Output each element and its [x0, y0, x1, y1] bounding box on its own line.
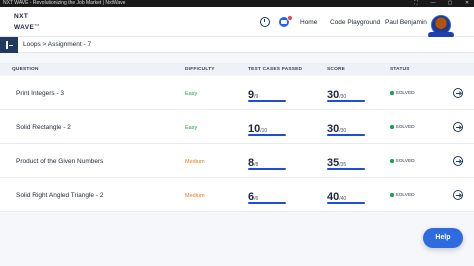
- status-dot: [390, 159, 394, 163]
- notification-badge: [287, 15, 293, 21]
- maximize-icon[interactable]: ▢: [445, 0, 455, 7]
- status-dot: [390, 125, 394, 129]
- table-row[interactable]: Print Integers - 3 Easy 9/9 30/30 SOLVED: [0, 76, 474, 110]
- minimize-icon[interactable]: —: [428, 0, 438, 7]
- column-question: QUESTION: [12, 66, 39, 72]
- timer-icon[interactable]: [260, 17, 270, 27]
- status-dot: [390, 91, 394, 95]
- test-cases-progress-bar: [248, 100, 286, 102]
- score-progress-bar: [327, 168, 365, 170]
- column-test-cases: TEST CASES PASSED: [248, 66, 303, 72]
- arrow-right-icon[interactable]: [453, 156, 463, 166]
- nav-code-playground[interactable]: Code Playground: [330, 19, 380, 26]
- arrow-right-icon[interactable]: [453, 122, 463, 132]
- question-name: Solid Rectangle - 2: [16, 124, 71, 131]
- difficulty-label: Medium: [185, 193, 205, 199]
- table-header: QUESTION DIFFICULTY TEST CASES PASSED SC…: [0, 63, 474, 75]
- logo-line1: NXT: [14, 13, 29, 20]
- score-progress-bar: [327, 202, 365, 204]
- app-header: NXT WAVETM Home Code Playground Paul Ben…: [0, 7, 474, 38]
- question-name: Solid Right Angled Triangle - 2: [16, 192, 104, 199]
- status-badge: SOLVED: [390, 193, 415, 198]
- column-status: STATUS: [390, 66, 410, 72]
- status-badge: SOLVED: [390, 91, 415, 96]
- test-cases-progress-bar: [248, 134, 286, 136]
- status-dot: [390, 193, 394, 197]
- difficulty-label: Medium: [185, 159, 205, 165]
- user-name[interactable]: Paul Benjamin: [385, 19, 427, 26]
- close-icon[interactable]: ✕: [462, 0, 472, 7]
- test-cases-progress-bar: [248, 168, 286, 170]
- table-row[interactable]: Product of the Given Numbers Medium 8/8 …: [0, 144, 474, 178]
- breadcrumb[interactable]: Loops > Assignment - 7: [23, 41, 91, 48]
- logo-line2: WAVETM: [14, 23, 40, 32]
- table-row[interactable]: Solid Right Angled Triangle - 2 Medium 6…: [0, 178, 474, 212]
- status-badge: SOLVED: [390, 159, 415, 164]
- browser-titlebar: NXT WAVE - Revolutionizing the Job Marke…: [0, 0, 474, 7]
- window-title: NXT WAVE - Revolutionizing the Job Marke…: [3, 0, 126, 6]
- score-progress-bar: [327, 134, 365, 136]
- column-score: SCORE: [327, 66, 346, 72]
- help-button[interactable]: Help: [423, 228, 463, 248]
- breadcrumb-bar: Loops > Assignment - 7: [0, 37, 474, 53]
- nxtwave-logo[interactable]: NXT WAVETM: [14, 13, 40, 32]
- test-cases-progress-bar: [248, 202, 286, 204]
- sidebar-toggle-button[interactable]: [0, 37, 18, 53]
- score-progress-bar: [327, 100, 365, 102]
- difficulty-label: Easy: [185, 125, 198, 131]
- window-controls: ⛶ — ▢ ✕: [411, 0, 472, 7]
- nav-home[interactable]: Home: [300, 19, 317, 26]
- status-badge: SOLVED: [390, 125, 415, 130]
- question-name: Product of the Given Numbers: [16, 158, 104, 165]
- difficulty-label: Easy: [185, 91, 198, 97]
- column-difficulty: DIFFICULTY: [185, 66, 215, 72]
- question-name: Print Integers - 3: [16, 90, 65, 97]
- table-row[interactable]: Solid Rectangle - 2 Easy 10/10 30/30 SOL…: [0, 110, 474, 144]
- arrow-right-icon[interactable]: [453, 190, 463, 200]
- arrow-right-icon[interactable]: [453, 88, 463, 98]
- fullscreen-icon[interactable]: ⛶: [411, 0, 421, 7]
